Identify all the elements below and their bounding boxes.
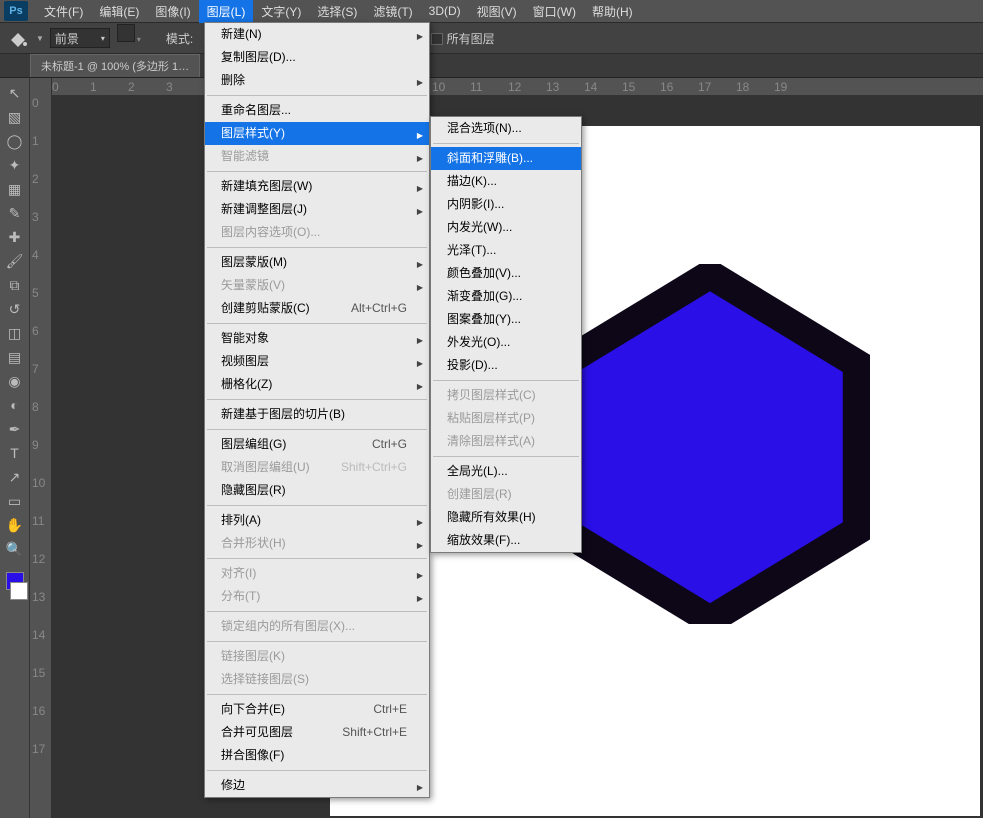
menu-item[interactable]: 图层样式(Y) (205, 122, 429, 145)
pen-tool[interactable]: ✒ (3, 418, 27, 440)
menu-item[interactable]: 合并可见图层Shift+Ctrl+E (205, 721, 429, 744)
all-layers-checkbox[interactable]: 所有图层 (431, 30, 495, 47)
menu-item[interactable]: 隐藏图层(R) (205, 479, 429, 502)
menu-item: 锁定组内的所有图层(X)... (205, 615, 429, 638)
menu-item: 选择链接图层(S) (205, 668, 429, 691)
menu-select[interactable]: 选择(S) (309, 0, 365, 23)
menu-image[interactable]: 图像(I) (147, 0, 198, 23)
menu-item[interactable]: 描边(K)... (431, 170, 581, 193)
menu-view[interactable]: 视图(V) (469, 0, 525, 23)
menu-item[interactable]: 全局光(L)... (431, 460, 581, 483)
menu-type[interactable]: 文字(Y) (253, 0, 309, 23)
menu-item[interactable]: 内发光(W)... (431, 216, 581, 239)
menu-item[interactable]: 图层蒙版(M) (205, 251, 429, 274)
menu-item[interactable]: 颜色叠加(V)... (431, 262, 581, 285)
marquee-tool[interactable]: ▧ (3, 106, 27, 128)
menu-item: 图层内容选项(O)... (205, 221, 429, 244)
chevron-down-icon[interactable]: ▼ (36, 34, 44, 43)
wand-tool[interactable]: ✦ (3, 154, 27, 176)
eyedrop-tool[interactable]: ✎ (3, 202, 27, 224)
menu-item: 智能滤镜 (205, 145, 429, 168)
menu-item: 粘贴图层样式(P) (431, 407, 581, 430)
menu-3d[interactable]: 3D(D) (421, 1, 469, 21)
menu-item[interactable]: 外发光(O)... (431, 331, 581, 354)
menu-item: 取消图层编组(U)Shift+Ctrl+G (205, 456, 429, 479)
menu-item[interactable]: 投影(D)... (431, 354, 581, 377)
menu-item[interactable]: 渐变叠加(G)... (431, 285, 581, 308)
blur-tool[interactable]: ◉ (3, 370, 27, 392)
mode-label: 模式: (166, 30, 193, 47)
hexagon-shape (550, 264, 870, 624)
menu-item[interactable]: 拼合图像(F) (205, 744, 429, 767)
menu-item[interactable]: 删除 (205, 69, 429, 92)
menu-file[interactable]: 文件(F) (36, 0, 91, 23)
menu-item[interactable]: 向下合并(E)Ctrl+E (205, 698, 429, 721)
menu-layer[interactable]: 图层(L) (199, 0, 254, 23)
menu-item[interactable]: 斜面和浮雕(B)... (431, 147, 581, 170)
menu-item[interactable]: 创建剪贴蒙版(C)Alt+Ctrl+G (205, 297, 429, 320)
history-tool[interactable]: ↺ (3, 298, 27, 320)
menu-item[interactable]: 新建调整图层(J) (205, 198, 429, 221)
menu-help[interactable]: 帮助(H) (584, 0, 641, 23)
stamp-tool[interactable]: ⧉ (3, 274, 27, 296)
document-tab[interactable]: 未标题-1 @ 100% (多边形 1… (30, 54, 200, 77)
bucket-icon (6, 26, 30, 50)
menu-item: 清除图层样式(A) (431, 430, 581, 453)
rect-tool[interactable]: ▭ (3, 490, 27, 512)
lasso-tool[interactable]: ◯ (3, 130, 27, 152)
crop-tool[interactable]: ▦ (3, 178, 27, 200)
app-logo: Ps (4, 1, 28, 21)
menu-item[interactable]: 新建填充图层(W) (205, 175, 429, 198)
menu-item[interactable]: 重命名图层... (205, 99, 429, 122)
zoom-tool[interactable]: 🔍 (3, 538, 27, 560)
menu-item[interactable]: 排列(A) (205, 509, 429, 532)
eraser-tool[interactable]: ◫ (3, 322, 27, 344)
pattern-picker[interactable]: ▾ (116, 24, 156, 53)
menu-filter[interactable]: 滤镜(T) (365, 0, 420, 23)
ruler-vertical: 01234567891011121314151617 (30, 78, 52, 818)
ruler-horizontal: 012345678910111213141516171819 (52, 78, 983, 96)
menu-item[interactable]: 缩放效果(F)... (431, 529, 581, 552)
menu-window[interactable]: 窗口(W) (525, 0, 584, 23)
fill-source-dropdown[interactable]: 前景▾ (50, 28, 110, 48)
menu-item: 拷贝图层样式(C) (431, 384, 581, 407)
menu-item: 合并形状(H) (205, 532, 429, 555)
menu-item[interactable]: 新建基于图层的切片(B) (205, 403, 429, 426)
menu-item[interactable]: 图层编组(G)Ctrl+G (205, 433, 429, 456)
menu-item[interactable]: 新建(N) (205, 23, 429, 46)
menu-item[interactable]: 内阴影(I)... (431, 193, 581, 216)
menu-edit[interactable]: 编辑(E) (91, 0, 147, 23)
hand-tool[interactable]: ✋ (3, 514, 27, 536)
path-tool[interactable]: ↗ (3, 466, 27, 488)
menu-item[interactable]: 修边 (205, 774, 429, 797)
menu-item: 链接图层(K) (205, 645, 429, 668)
document-tab-bar: 未标题-1 @ 100% (多边形 1… (0, 54, 983, 78)
layer-style-submenu: 混合选项(N)... 斜面和浮雕(B)...描边(K)...内阴影(I)...内发… (430, 116, 582, 553)
gradient-tool[interactable]: ▤ (3, 346, 27, 368)
brush-tool[interactable]: 🖌 (3, 250, 27, 272)
tool-palette: ↖ ▧ ◯ ✦ ▦ ✎ ✚ 🖌 ⧉ ↺ ◫ ▤ ◉ ◐ ✒ T ↗ ▭ ✋ 🔍 (0, 78, 30, 818)
menu-item[interactable]: 复制图层(D)... (205, 46, 429, 69)
menu-item[interactable]: 栅格化(Z) (205, 373, 429, 396)
menu-item: 对齐(I) (205, 562, 429, 585)
menu-item[interactable]: 隐藏所有效果(H) (431, 506, 581, 529)
dodge-tool[interactable]: ◐ (3, 394, 27, 416)
type-tool[interactable]: T (3, 442, 27, 464)
menu-item: 矢量蒙版(V) (205, 274, 429, 297)
menu-item: 创建图层(R) (431, 483, 581, 506)
menu-item[interactable]: 智能对象 (205, 327, 429, 350)
move-tool[interactable]: ↖ (3, 82, 27, 104)
heal-tool[interactable]: ✚ (3, 226, 27, 248)
menu-item: 分布(T) (205, 585, 429, 608)
menubar: Ps 文件(F) 编辑(E) 图像(I) 图层(L) 文字(Y) 选择(S) 滤… (0, 0, 983, 22)
options-bar: ▼ 前景▾ ▾ 模式: 容差: 32 消除锯齿 连续的 所有图层 (0, 22, 983, 54)
menu-item[interactable]: 混合选项(N)... (431, 117, 581, 140)
menu-item[interactable]: 图案叠加(Y)... (431, 308, 581, 331)
bg-swatch[interactable] (10, 582, 28, 600)
menu-item[interactable]: 光泽(T)... (431, 239, 581, 262)
layer-menu-dropdown: 新建(N)复制图层(D)...删除重命名图层...图层样式(Y)智能滤镜新建填充… (204, 22, 430, 798)
menu-item[interactable]: 视频图层 (205, 350, 429, 373)
